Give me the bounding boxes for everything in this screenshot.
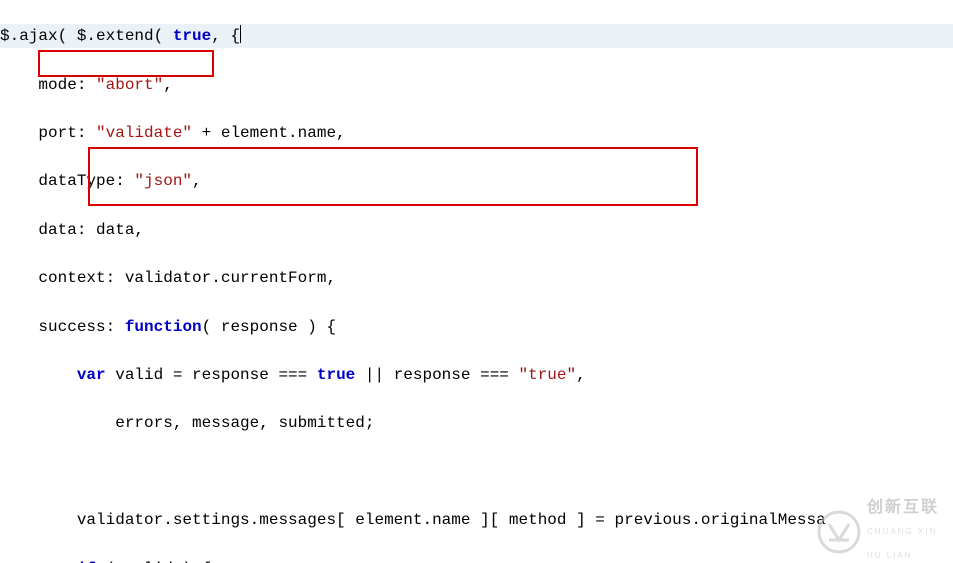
code-line-1: $.ajax( $.extend( true, { <box>0 24 953 48</box>
code-line-2: mode: "abort", <box>0 73 953 97</box>
code-line-6: context: validator.currentForm, <box>0 266 953 290</box>
code-line-5: data: data, <box>0 218 953 242</box>
code-line-7: success: function( response ) { <box>0 315 953 339</box>
code-line-12: if ( valid ) { <box>0 557 953 563</box>
code-line-11: validator.settings.messages[ element.nam… <box>0 508 953 532</box>
code-line-10 <box>0 460 953 484</box>
code-line-4: dataType: "json", <box>0 169 953 193</box>
code-line-9: errors, message, submitted; <box>0 411 953 435</box>
code-line-8: var valid = response === true || respons… <box>0 363 953 387</box>
text-caret <box>240 25 241 43</box>
code-editor[interactable]: $.ajax( $.extend( true, { mode: "abort",… <box>0 0 953 563</box>
code-line-3: port: "validate" + element.name, <box>0 121 953 145</box>
